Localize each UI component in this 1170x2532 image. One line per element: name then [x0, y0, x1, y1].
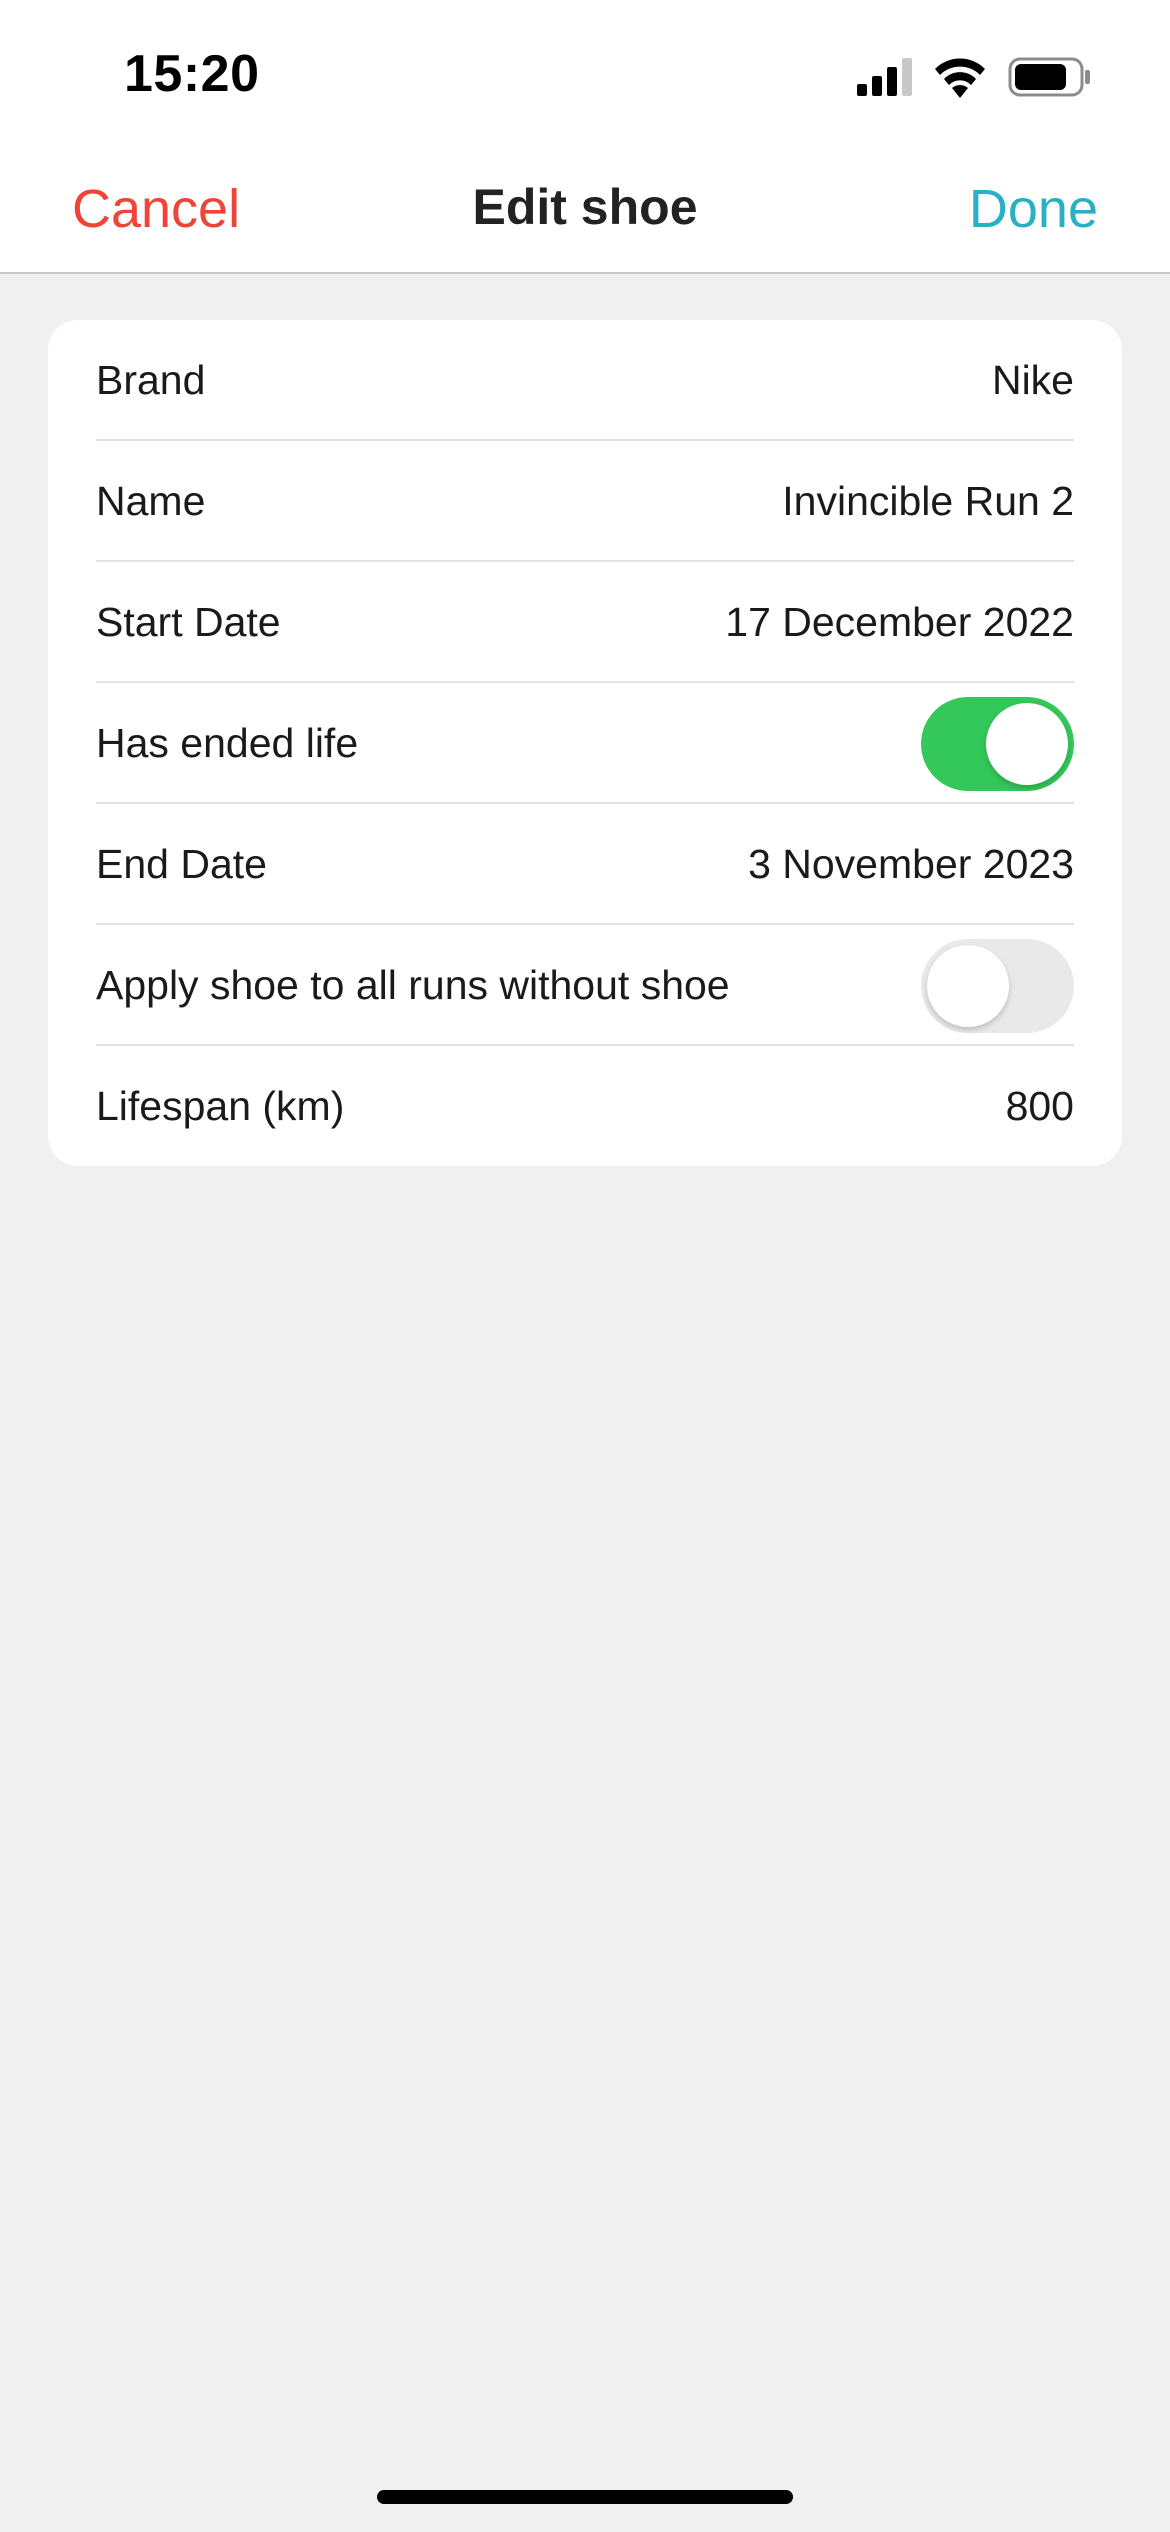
- lifespan-label: Lifespan (km): [96, 1083, 345, 1129]
- signal-icon: [857, 58, 912, 96]
- end-date-value[interactable]: 3 November 2023: [748, 804, 1074, 925]
- end-date-label: End Date: [96, 841, 267, 887]
- toggle-knob: [986, 703, 1068, 785]
- has-ended-life-row: Has ended life: [96, 683, 1074, 804]
- name-label: Name: [96, 478, 206, 524]
- name-value[interactable]: Invincible Run 2: [782, 441, 1074, 562]
- status-time: 15:20: [124, 45, 260, 103]
- apply-to-all-runs-row: Apply shoe to all runs without shoe: [96, 925, 1074, 1046]
- name-row[interactable]: Name Invincible Run 2: [96, 441, 1074, 562]
- end-date-row[interactable]: End Date 3 November 2023: [96, 804, 1074, 925]
- apply-to-all-runs-label: Apply shoe to all runs without shoe: [96, 962, 730, 1008]
- has-ended-life-toggle[interactable]: [921, 697, 1074, 791]
- cancel-button[interactable]: Cancel: [72, 178, 240, 240]
- lifespan-row[interactable]: Lifespan (km) 800: [96, 1046, 1074, 1166]
- lifespan-value[interactable]: 800: [1006, 1046, 1074, 1166]
- status-bar: 15:20: [0, 0, 1170, 150]
- apply-to-all-runs-toggle[interactable]: [921, 939, 1074, 1033]
- start-date-row[interactable]: Start Date 17 December 2022: [96, 562, 1074, 683]
- has-ended-life-label: Has ended life: [96, 720, 359, 766]
- battery-icon: [1008, 57, 1090, 97]
- edit-shoe-form: Brand Nike Name Invincible Run 2 Start D…: [48, 320, 1122, 1166]
- brand-row[interactable]: Brand Nike: [96, 320, 1074, 441]
- toggle-knob: [927, 945, 1009, 1027]
- start-date-value[interactable]: 17 December 2022: [725, 562, 1074, 683]
- done-button[interactable]: Done: [969, 178, 1098, 240]
- wifi-icon: [935, 58, 985, 98]
- navigation-bar: Edit shoe Cancel Done: [0, 150, 1170, 274]
- brand-value[interactable]: Nike: [992, 320, 1074, 441]
- brand-label: Brand: [96, 357, 206, 403]
- start-date-label: Start Date: [96, 599, 281, 645]
- home-indicator[interactable]: [377, 2490, 793, 2504]
